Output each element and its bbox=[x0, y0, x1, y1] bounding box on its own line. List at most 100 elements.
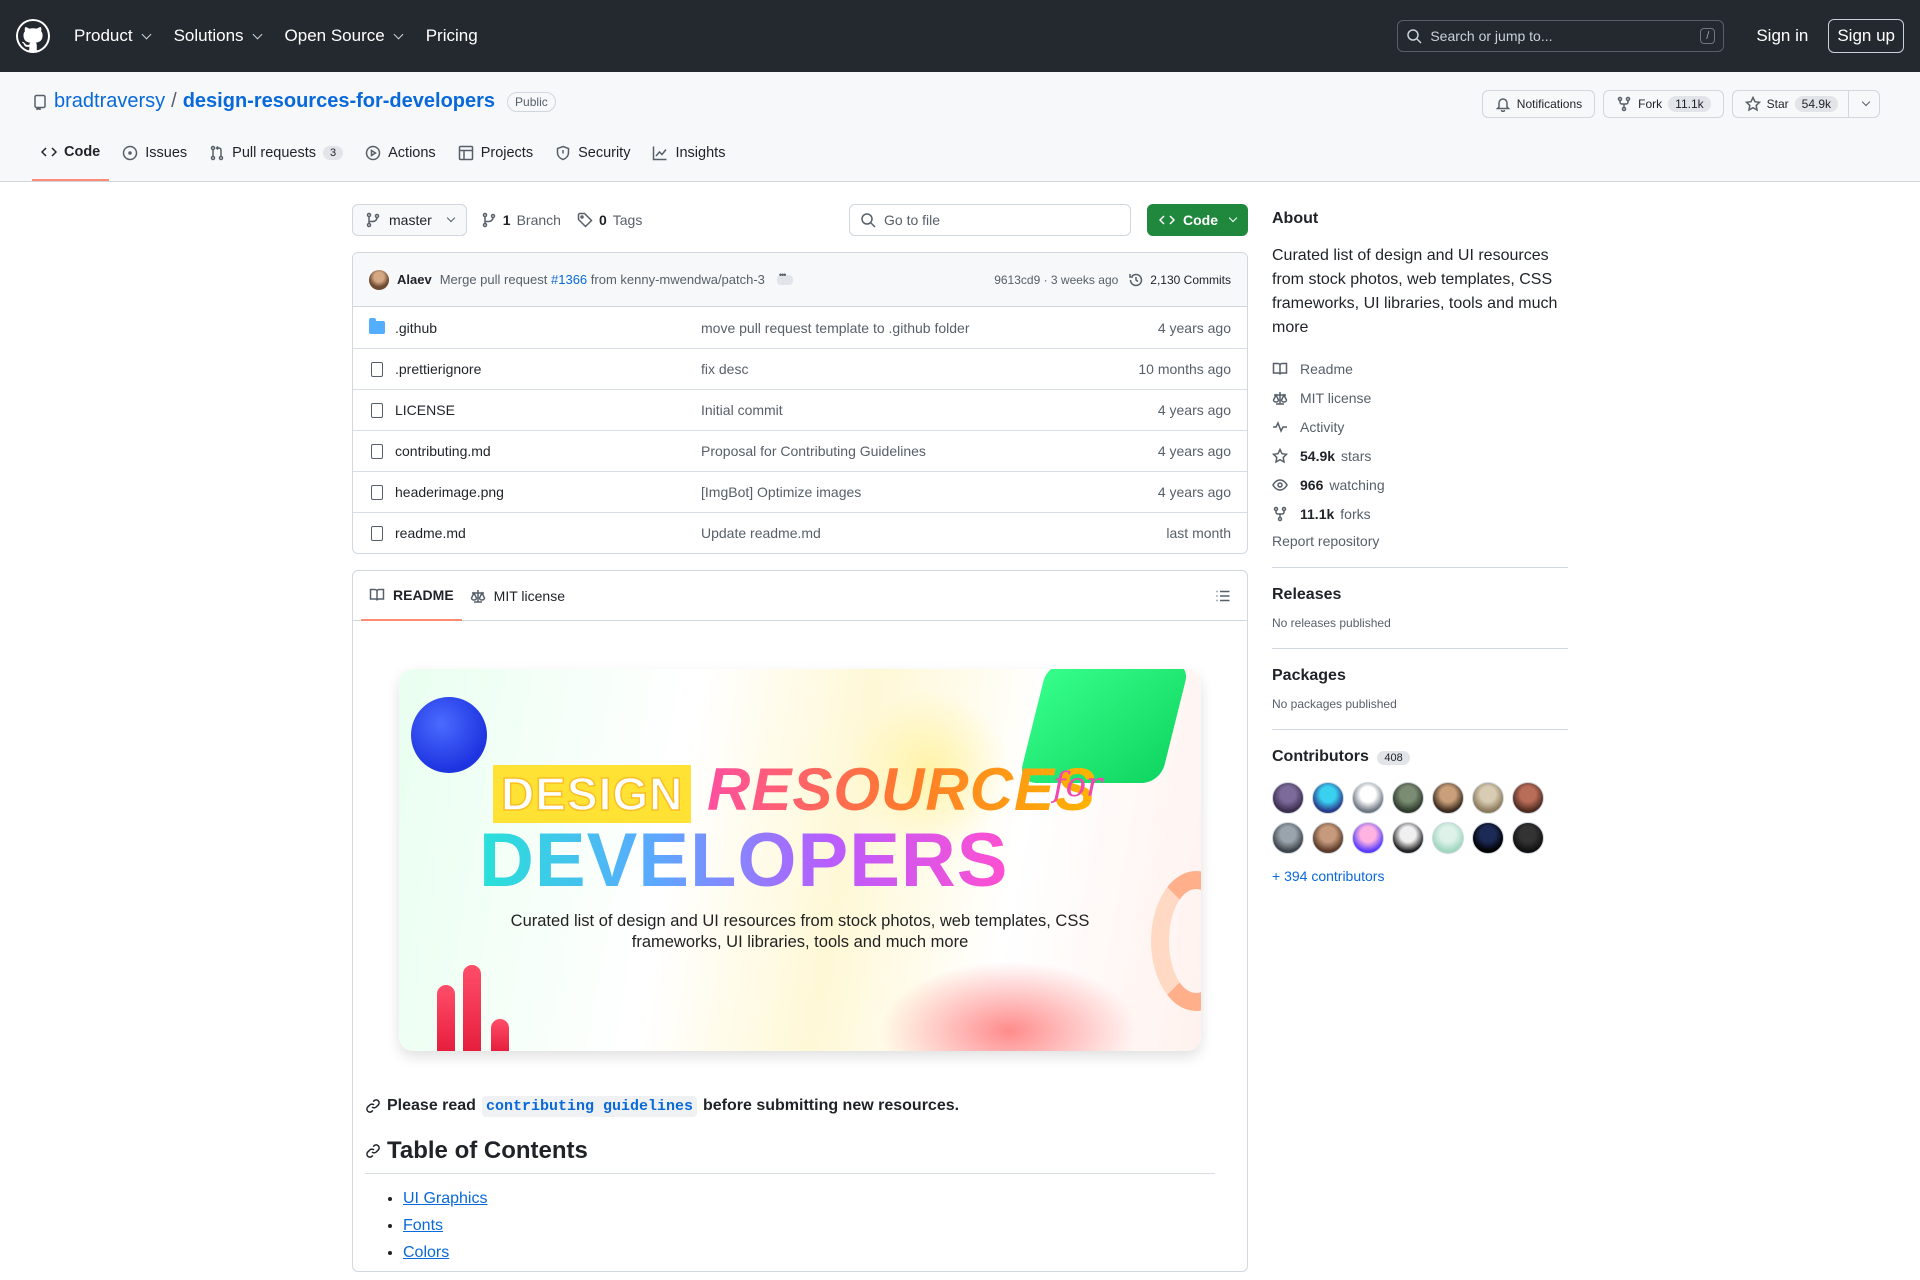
table-row[interactable]: .prettierignore fix desc 10 months ago bbox=[353, 348, 1247, 389]
toc-link-fonts[interactable]: Fonts bbox=[403, 1217, 443, 1234]
file-link[interactable]: LICENSE bbox=[395, 402, 455, 418]
expand-commit-button[interactable] bbox=[776, 270, 793, 285]
outline-list-icon[interactable] bbox=[1215, 588, 1231, 604]
repo-name-link[interactable]: design-resources-for-developers bbox=[183, 90, 495, 113]
file-link[interactable]: headerimage.png bbox=[395, 484, 504, 500]
tab-security[interactable]: Security bbox=[546, 139, 639, 181]
file-commit-message[interactable]: Proposal for Contributing Guidelines bbox=[701, 443, 1158, 459]
branch-selector[interactable]: master bbox=[352, 204, 467, 236]
contributor-avatar[interactable] bbox=[1472, 822, 1504, 854]
commit-author-link[interactable]: Alaev bbox=[397, 272, 432, 287]
contributor-avatar[interactable] bbox=[1272, 782, 1304, 814]
readme-link[interactable]: Readme bbox=[1272, 354, 1568, 383]
search-input[interactable]: Search or jump to... / bbox=[1397, 20, 1725, 52]
divider bbox=[1272, 729, 1568, 730]
nav-product[interactable]: Product bbox=[72, 20, 152, 52]
contributor-avatar[interactable] bbox=[1432, 782, 1464, 814]
tag-icon bbox=[577, 212, 593, 228]
notifications-button[interactable]: Notifications bbox=[1481, 90, 1596, 118]
stars-link[interactable]: 54.9k stars bbox=[1272, 441, 1568, 470]
fork-button[interactable]: Fork 11.1k bbox=[1603, 90, 1724, 118]
contributor-avatar[interactable] bbox=[1472, 782, 1504, 814]
file-link[interactable]: .prettierignore bbox=[395, 361, 481, 377]
fork-count: 11.1k bbox=[1668, 96, 1711, 112]
activity-link[interactable]: Activity bbox=[1272, 412, 1568, 441]
file-commit-message[interactable]: [ImgBot] Optimize images bbox=[701, 484, 1158, 500]
code-dropdown-button[interactable]: Code bbox=[1147, 204, 1248, 236]
chevron-down-icon bbox=[252, 29, 262, 39]
contributor-avatar[interactable] bbox=[1312, 822, 1344, 854]
code-icon bbox=[41, 144, 57, 160]
license-link[interactable]: MIT license bbox=[1272, 383, 1568, 412]
tab-actions[interactable]: Actions bbox=[356, 139, 445, 181]
more-contributors-link[interactable]: + 394 contributors bbox=[1272, 868, 1384, 884]
table-row[interactable]: .github move pull request template to .gi… bbox=[353, 307, 1247, 348]
file-commit-message[interactable]: Update readme.md bbox=[701, 525, 1166, 541]
star-button[interactable]: Star 54.9k bbox=[1731, 90, 1849, 118]
tab-readme[interactable]: README bbox=[361, 571, 462, 621]
pull-request-link[interactable]: #1366 bbox=[551, 272, 587, 287]
toc-link-ui-graphics[interactable]: UI Graphics bbox=[403, 1190, 487, 1207]
contributor-avatar[interactable] bbox=[1312, 782, 1344, 814]
file-link[interactable]: .github bbox=[395, 320, 437, 336]
commits-link[interactable]: 2,130 Commits bbox=[1128, 272, 1231, 288]
link-icon[interactable] bbox=[365, 1143, 381, 1159]
avatar[interactable] bbox=[369, 269, 389, 290]
file-commit-message[interactable]: move pull request template to .github fo… bbox=[701, 320, 1158, 336]
contributor-avatar[interactable] bbox=[1352, 822, 1384, 854]
tab-pull-requests[interactable]: Pull requests 3 bbox=[200, 139, 352, 181]
table-row[interactable]: readme.md Update readme.md last month bbox=[353, 512, 1247, 553]
forks-link[interactable]: 11.1k forks bbox=[1272, 499, 1568, 528]
contributor-avatar[interactable] bbox=[1512, 782, 1544, 814]
link-icon[interactable] bbox=[365, 1098, 381, 1114]
file-browser: Alaev Merge pull request #1366 from kenn… bbox=[352, 252, 1248, 554]
go-to-file-input[interactable]: Go to file bbox=[849, 204, 1131, 236]
commit-sha-link[interactable]: 9613cd9 · 3 weeks ago bbox=[994, 273, 1118, 287]
file-commit-message[interactable]: fix desc bbox=[701, 361, 1138, 377]
watchers-link[interactable]: 966 watching bbox=[1272, 470, 1568, 499]
tags-link[interactable]: 0 Tags bbox=[577, 212, 642, 228]
releases-note: No releases published bbox=[1272, 616, 1391, 630]
sign-in-link[interactable]: Sign in bbox=[1748, 20, 1816, 52]
book-icon bbox=[1272, 361, 1288, 377]
header-image: DESIGN RESOURCES for DEVELOPERS Curated … bbox=[399, 669, 1201, 1051]
divider bbox=[1272, 567, 1568, 568]
tab-insights[interactable]: Insights bbox=[643, 139, 734, 181]
table-row[interactable]: contributing.md Proposal for Contributing… bbox=[353, 430, 1247, 471]
tab-issues[interactable]: Issues bbox=[113, 139, 196, 181]
folder-icon bbox=[369, 318, 385, 334]
star-dropdown-button[interactable] bbox=[1848, 90, 1880, 118]
tab-projects[interactable]: Projects bbox=[449, 139, 542, 181]
packages-heading[interactable]: Packages bbox=[1272, 667, 1568, 685]
contributor-avatar[interactable] bbox=[1392, 782, 1424, 814]
contributor-avatar[interactable] bbox=[1272, 822, 1304, 854]
table-row[interactable]: headerimage.png [ImgBot] Optimize images 4… bbox=[353, 471, 1247, 512]
branches-link[interactable]: 1 Branch bbox=[481, 212, 561, 228]
file-link[interactable]: contributing.md bbox=[395, 443, 491, 459]
repo-icon bbox=[32, 94, 48, 110]
nav-open-source[interactable]: Open Source bbox=[283, 20, 404, 52]
table-row[interactable]: LICENSE Initial commit 4 years ago bbox=[353, 389, 1247, 430]
shield-icon bbox=[555, 145, 571, 161]
tab-code[interactable]: Code bbox=[32, 139, 110, 181]
toc-link-colors[interactable]: Colors bbox=[403, 1244, 449, 1261]
history-icon bbox=[1128, 272, 1144, 288]
file-commit-message[interactable]: Initial commit bbox=[701, 402, 1158, 418]
report-repository-link[interactable]: Report repository bbox=[1272, 533, 1379, 549]
contributor-avatar[interactable] bbox=[1432, 822, 1464, 854]
contributor-avatar[interactable] bbox=[1352, 782, 1384, 814]
contributor-avatar[interactable] bbox=[1392, 822, 1424, 854]
nav-solutions[interactable]: Solutions bbox=[172, 20, 263, 52]
releases-heading[interactable]: Releases bbox=[1272, 586, 1568, 604]
tab-mit-license[interactable]: MIT license bbox=[462, 571, 573, 621]
repo-owner-link[interactable]: bradtraversy bbox=[54, 90, 165, 113]
file-commit-date: 4 years ago bbox=[1157, 319, 1231, 336]
contributor-avatar[interactable] bbox=[1512, 822, 1544, 854]
file-link[interactable]: readme.md bbox=[395, 525, 466, 541]
sign-up-button[interactable]: Sign up bbox=[1828, 19, 1904, 53]
github-logo-icon[interactable] bbox=[16, 19, 50, 53]
banner-subtitle: Curated list of design and UI resources … bbox=[510, 912, 1090, 951]
contributors-heading[interactable]: Contributors 408 bbox=[1272, 748, 1568, 766]
contributing-guidelines-link[interactable]: contributing guidelines bbox=[481, 1096, 697, 1117]
nav-pricing[interactable]: Pricing bbox=[424, 20, 480, 52]
